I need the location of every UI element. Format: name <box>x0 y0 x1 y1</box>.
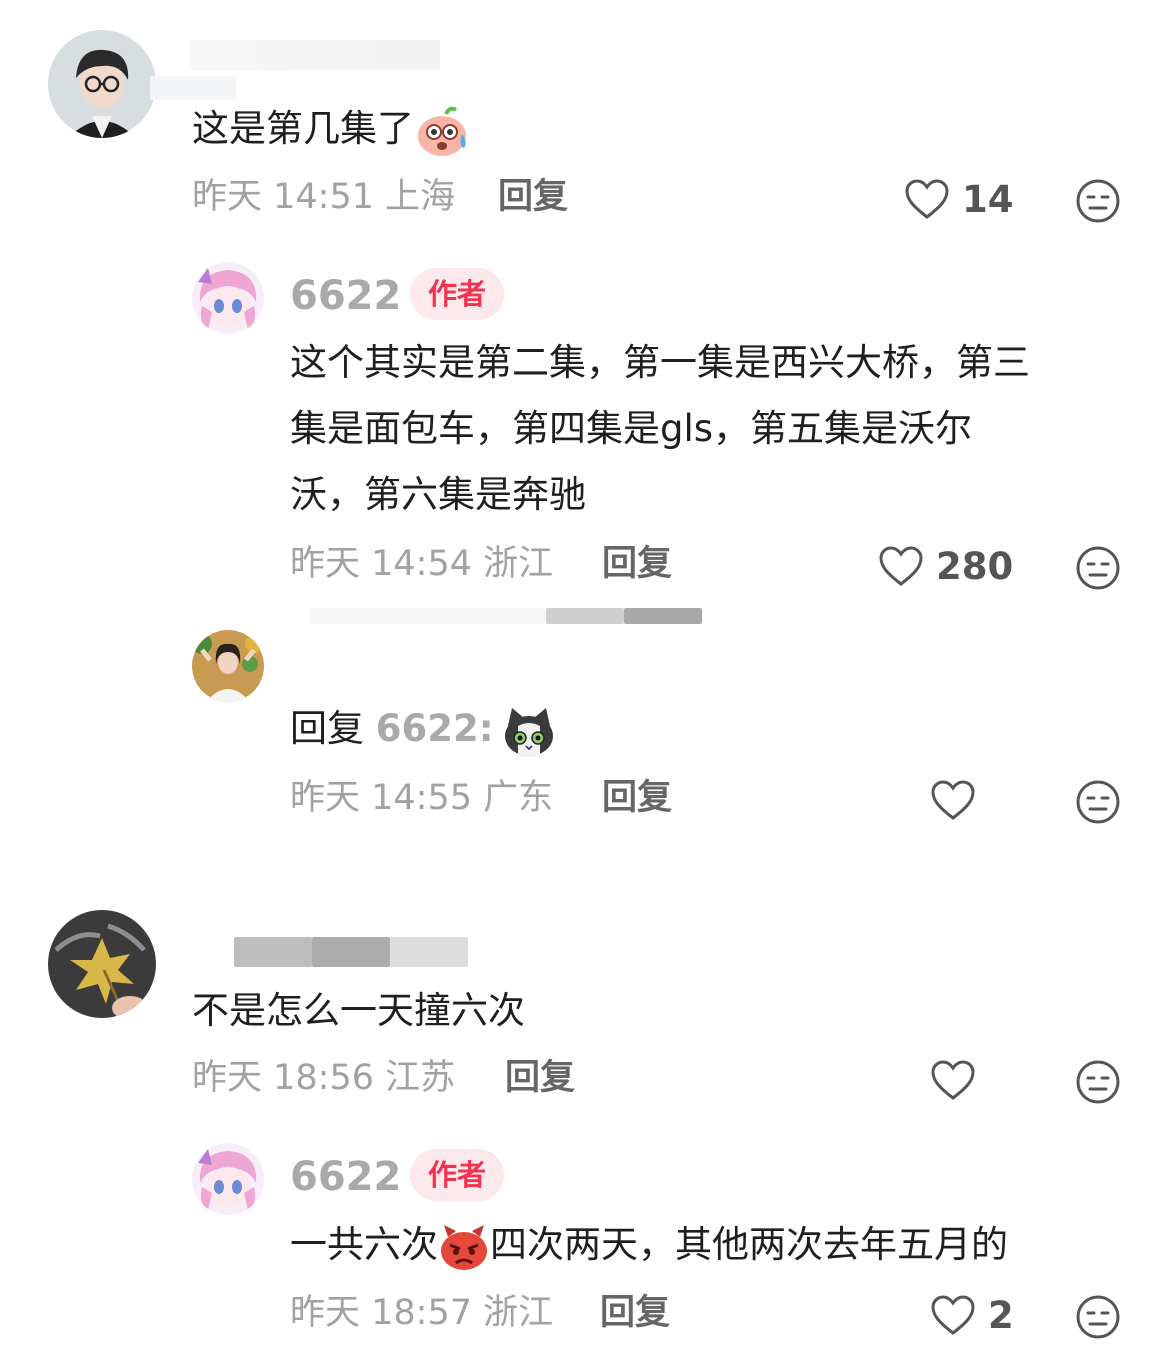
author-username[interactable]: 6622 <box>290 1157 401 1197</box>
reply-text: 一共六次 四次两天，其他两次去年五月的 <box>290 1212 1008 1278</box>
like-button[interactable] <box>930 779 976 821</box>
username-redacted <box>310 608 546 624</box>
reply-button[interactable]: 回复 <box>505 1061 575 1096</box>
reply-meta: 昨天 18:57 浙江 <box>290 1296 553 1331</box>
comment-text: 这是第几集了 <box>192 96 470 162</box>
reply-time: 昨天 18:57 <box>290 1293 472 1333</box>
dislike-face-icon[interactable] <box>1075 1059 1121 1105</box>
username-redacted <box>546 608 624 624</box>
author-avatar[interactable] <box>192 262 264 334</box>
like-button[interactable]: 280 <box>878 545 1013 587</box>
comment-location: 江苏 <box>385 1058 456 1098</box>
user-avatar[interactable] <box>192 630 264 702</box>
reply-location: 广东 <box>483 778 554 818</box>
reply-meta: 昨天 14:54 浙江 <box>290 547 553 582</box>
reply-location: 浙江 <box>483 1293 554 1333</box>
mention-username[interactable]: 6622: <box>376 707 494 750</box>
comment-meta: 昨天 14:51 上海 <box>192 180 455 215</box>
username-redacted <box>624 608 702 624</box>
reply-button[interactable]: 回复 <box>602 547 672 582</box>
like-button[interactable] <box>930 1059 976 1101</box>
reply-location: 浙江 <box>483 544 554 584</box>
reply-button[interactable]: 回复 <box>498 180 568 215</box>
username-redacted <box>234 937 312 967</box>
dislike-face-icon[interactable] <box>1075 779 1121 825</box>
heart-icon <box>879 546 923 586</box>
reply-time: 昨天 14:55 <box>290 778 472 818</box>
comment-location: 上海 <box>385 177 456 217</box>
author-avatar[interactable] <box>192 1143 264 1215</box>
username-redacted <box>390 937 468 967</box>
angry-face-emoji <box>438 1221 490 1273</box>
comment-text: 不是怎么一天撞六次 <box>192 989 525 1032</box>
username-redacted <box>190 40 440 70</box>
like-button[interactable]: 14 <box>904 178 1014 220</box>
like-button[interactable]: 2 <box>930 1294 1014 1336</box>
dislike-face-icon[interactable] <box>1075 1294 1121 1340</box>
author-badge: 作者 <box>410 268 505 320</box>
author-username[interactable]: 6622 <box>290 276 401 316</box>
user-avatar[interactable] <box>48 910 156 1018</box>
heart-icon <box>931 1295 975 1335</box>
like-count: 2 <box>988 1293 1014 1337</box>
cat-emoji <box>502 704 556 758</box>
author-badge: 作者 <box>410 1149 505 1201</box>
reply-button[interactable]: 回复 <box>602 781 672 816</box>
heart-icon <box>905 179 949 219</box>
reply-button[interactable]: 回复 <box>600 1296 670 1331</box>
comment-time: 昨天 14:51 <box>192 177 374 217</box>
user-avatar[interactable] <box>48 30 156 138</box>
dislike-face-icon[interactable] <box>1075 545 1121 591</box>
dislike-face-icon[interactable] <box>1075 178 1121 224</box>
comment-time: 昨天 18:56 <box>192 1058 374 1098</box>
like-count: 14 <box>962 177 1014 221</box>
comment-meta: 昨天 18:56 江苏 <box>192 1061 455 1096</box>
like-count: 280 <box>936 544 1014 588</box>
reply-text: 回复 6622: <box>290 696 556 762</box>
comment-section: 这是第几集了 昨天 14:51 上海 回复 14 6622 作者 这个其实是第二… <box>0 0 1170 1368</box>
reply-text: 这个其实是第二集，第一集是西兴大桥，第三 集是面包车，第四集是gls，第五集是沃… <box>290 341 1030 516</box>
heart-icon <box>931 1060 975 1100</box>
sweat-face-emoji <box>416 104 470 158</box>
username-redacted <box>312 937 390 967</box>
heart-icon <box>931 780 975 820</box>
reply-time: 昨天 14:54 <box>290 544 472 584</box>
reply-meta: 昨天 14:55 广东 <box>290 781 553 816</box>
